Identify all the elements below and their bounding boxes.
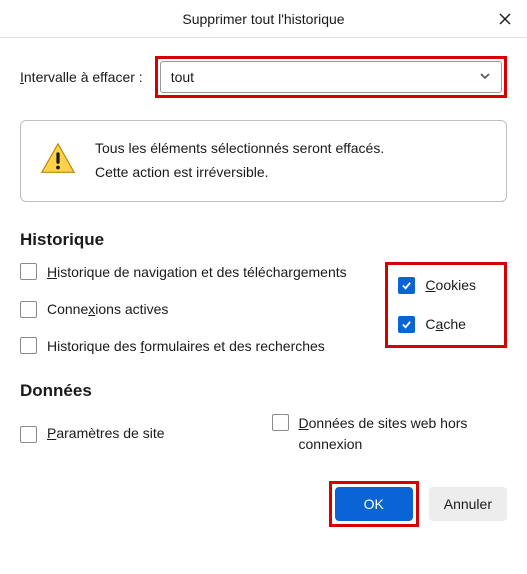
cancel-button[interactable]: Annuler (429, 487, 507, 521)
warning-panel: Tous les éléments sélectionnés seront ef… (20, 120, 507, 202)
dialog-title: Supprimer tout l'historique (182, 11, 344, 27)
ok-highlight: OK (329, 481, 419, 527)
warning-line2: Cette action est irréversible. (95, 161, 384, 185)
checkbox-box (20, 263, 37, 280)
checkbox-label: Cache (425, 314, 466, 335)
checkbox-browsing-history[interactable]: Historique de navigation et des téléchar… (20, 262, 373, 283)
ok-button[interactable]: OK (335, 487, 413, 521)
checkbox-offline-data[interactable]: Données de sites web hors connexion (272, 413, 508, 455)
warning-icon (39, 140, 77, 181)
checkbox-box (20, 301, 37, 318)
range-select[interactable]: tout (160, 61, 502, 93)
checkbox-label: Paramètres de site (47, 423, 165, 444)
checkbox-box (20, 337, 37, 354)
checkbox-label: Historique des formulaires et des recher… (47, 336, 325, 357)
checkbox-cookies[interactable]: Cookies (398, 275, 476, 296)
range-highlight: tout (155, 56, 507, 98)
checkbox-active-logins[interactable]: Connexions actives (20, 299, 373, 320)
checkbox-form-history[interactable]: Historique des formulaires et des recher… (20, 336, 373, 357)
checkbox-label: Connexions actives (47, 299, 168, 320)
checkbox-site-settings[interactable]: Paramètres de site (20, 413, 256, 455)
range-label: Intervalle à effacer : (20, 69, 143, 85)
checkbox-box (398, 316, 415, 333)
checkbox-label: Cookies (425, 275, 476, 296)
warning-line1: Tous les éléments sélectionnés seront ef… (95, 137, 384, 161)
checkbox-label: Historique de navigation et des téléchar… (47, 262, 347, 283)
checkbox-box (272, 414, 289, 431)
chevron-down-icon (479, 69, 491, 85)
checkbox-box (20, 426, 37, 443)
close-icon[interactable] (489, 4, 521, 34)
cookies-cache-highlight: Cookies Cache (385, 262, 507, 348)
checkbox-cache[interactable]: Cache (398, 314, 476, 335)
data-heading: Données (20, 381, 507, 401)
history-heading: Historique (20, 230, 507, 250)
range-selected-value: tout (171, 69, 194, 85)
checkbox-box (398, 277, 415, 294)
checkbox-label: Données de sites web hors connexion (299, 413, 508, 455)
